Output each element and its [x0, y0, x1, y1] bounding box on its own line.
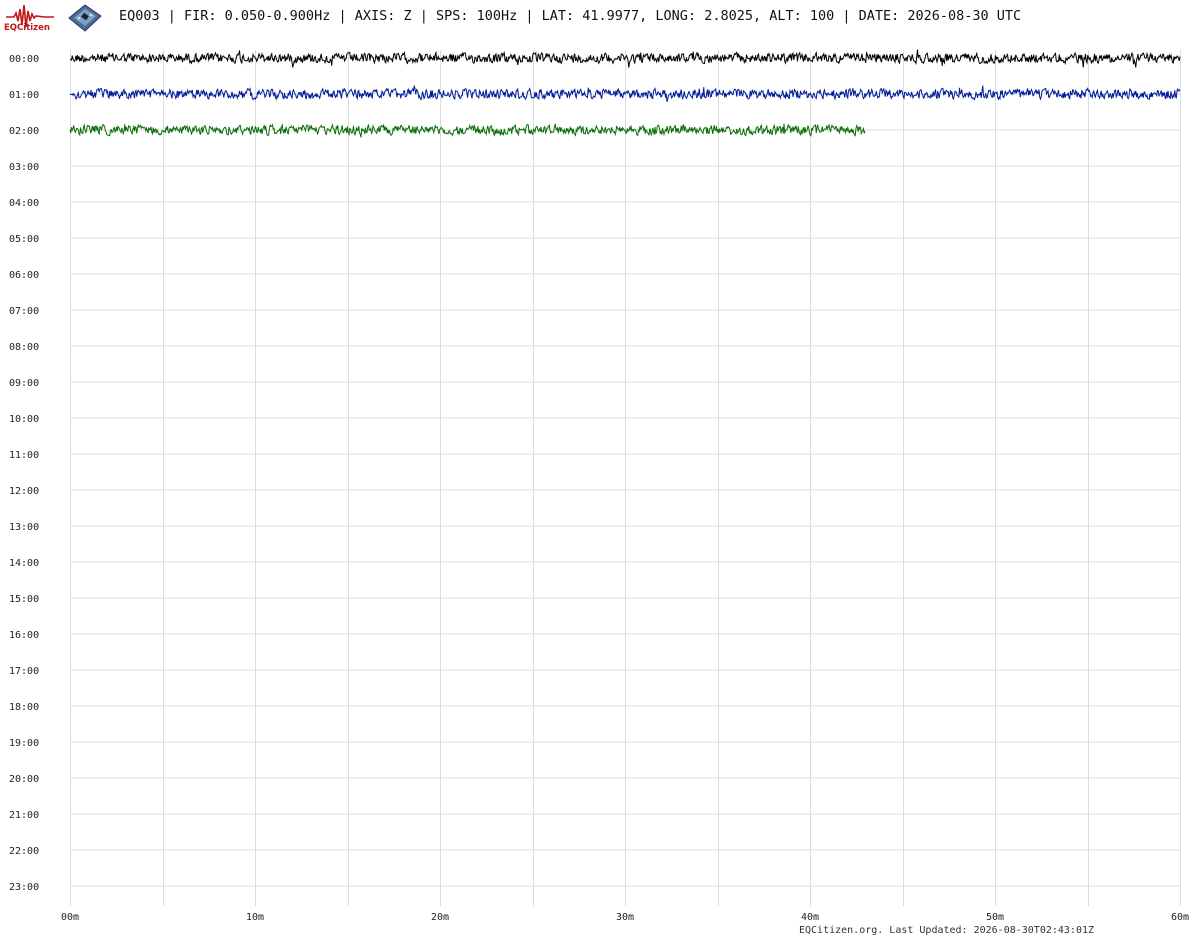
y-tick-label: 01:00	[9, 90, 39, 101]
x-tick-label: 00m	[61, 912, 79, 923]
y-tick-label: 08:00	[9, 342, 39, 353]
y-tick-label: 14:00	[9, 558, 39, 569]
y-tick-label: 02:00	[9, 126, 39, 137]
y-tick-label: 06:00	[9, 270, 39, 281]
trace-line-0200	[69, 122, 866, 138]
y-tick-label: 07:00	[9, 306, 39, 317]
y-tick-label: 22:00	[9, 846, 39, 857]
y-tick-label: 19:00	[9, 738, 39, 749]
y-tick-label: 13:00	[9, 522, 39, 533]
x-tick-label: 30m	[616, 912, 634, 923]
y-tick-label: 09:00	[9, 378, 39, 389]
y-tick-label: 00:00	[9, 54, 39, 65]
x-tick-label: 20m	[431, 912, 449, 923]
grid	[70, 50, 1181, 906]
footer-last-updated: EQCitizen.org. Last Updated: 2026-08-30T…	[799, 925, 1095, 936]
y-tick-label: 23:00	[9, 882, 39, 893]
x-tick-label: 50m	[986, 912, 1004, 923]
y-axis-labels: 00:00 01:00 02:00 03:00 04:00 05:00 06:00 07:00…	[9, 54, 39, 893]
seismogram-chart: 00:00 01:00 02:00 03:00 04:00 05:00 06:00 07:00…	[9, 49, 1189, 923]
x-tick-label: 10m	[246, 912, 264, 923]
y-tick-label: 03:00	[9, 162, 39, 173]
y-tick-label: 18:00	[9, 702, 39, 713]
y-tick-label: 16:00	[9, 630, 39, 641]
y-tick-label: 10:00	[9, 414, 39, 425]
y-tick-label: 04:00	[9, 198, 39, 209]
y-tick-label: 05:00	[9, 234, 39, 245]
y-tick-label: 11:00	[9, 450, 39, 461]
y-tick-label: 20:00	[9, 774, 39, 785]
x-tick-label: 60m	[1171, 912, 1189, 923]
y-tick-label: 15:00	[9, 594, 39, 605]
y-tick-label: 21:00	[9, 810, 39, 821]
x-axis-labels: 00m 10m 20m 30m 40m 50m 60m	[61, 912, 1189, 923]
y-tick-label: 17:00	[9, 666, 39, 677]
y-tick-label: 12:00	[9, 486, 39, 497]
x-tick-label: 40m	[801, 912, 819, 923]
